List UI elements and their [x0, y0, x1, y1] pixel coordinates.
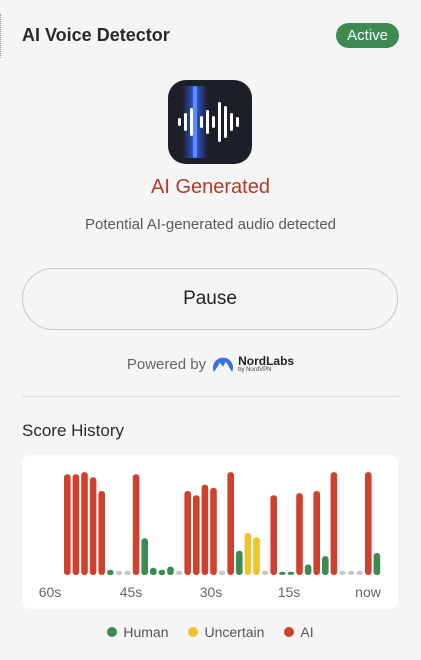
score-bar-ai: [193, 495, 200, 575]
score-bar-none: [339, 570, 346, 575]
score-bar-human: [322, 556, 329, 575]
header: AI Voice Detector Active: [22, 20, 399, 50]
score-bar-none: [218, 570, 226, 575]
score-bar-none: [124, 570, 131, 575]
score-bar-ai: [313, 491, 320, 575]
score-bar-human: [167, 566, 174, 575]
window-edge-handle: [0, 14, 3, 58]
legend-label-human: Human: [123, 624, 169, 640]
score-bar-ai: [132, 474, 140, 575]
score-bar-ai: [210, 487, 217, 575]
score-bar-ai: [201, 484, 209, 575]
chart-legend: Human Uncertain AI: [0, 622, 421, 642]
score-bar-ai: [98, 491, 105, 575]
score-bar-ai: [227, 472, 234, 575]
nordlabs-name: NordLabs: [238, 354, 295, 368]
x-tick-label: 45s: [120, 584, 143, 600]
score-bar-human: [107, 569, 114, 576]
powered-by: Powered by NordLabs by NordVPN: [0, 350, 421, 378]
score-bar-human: [279, 571, 286, 575]
legend-item-human: Human: [107, 624, 168, 640]
legend-label-uncertain: Uncertain: [204, 624, 265, 640]
audio-waveform-icon: [168, 80, 252, 164]
score-bar-human: [304, 564, 312, 575]
x-tick-label: 30s: [200, 584, 223, 600]
legend-dot-uncertain: [188, 627, 199, 637]
status-badge: Active: [336, 22, 399, 48]
legend-dot-ai: [284, 627, 295, 637]
score-bar-ai: [365, 472, 372, 575]
x-tick-label: 15s: [278, 584, 301, 600]
score-bar-ai: [270, 495, 277, 575]
score-bar-human: [141, 538, 148, 576]
legend-item-uncertain: Uncertain: [188, 624, 264, 640]
score-bar-ai: [296, 493, 303, 575]
nordlabs-subtitle: by NordVPN: [238, 367, 272, 373]
score-bar-none: [115, 570, 123, 575]
score-bar-none: [261, 570, 269, 575]
pause-button[interactable]: Pause: [22, 268, 398, 330]
score-bar-human: [287, 571, 295, 575]
app-title: AI Voice Detector: [22, 24, 170, 45]
legend-dot-human: [107, 627, 118, 637]
verdict-label: AI Generated: [151, 176, 270, 198]
score-bar-ai: [64, 474, 71, 575]
score-bar-ai: [72, 474, 80, 575]
score-bar-ai: [330, 472, 338, 575]
score-bar-ai: [81, 472, 88, 575]
score-bar-ai: [89, 477, 97, 575]
score-bar-human: [150, 567, 157, 576]
nordlabs-logo[interactable]: NordLabs by NordVPN: [212, 353, 294, 375]
legend-label-ai: AI: [300, 624, 314, 640]
score-history-svg: 60s 45s 30s 15s now: [39, 472, 382, 600]
score-bar-none: [347, 570, 355, 575]
verdict-description: Potential AI-generated audio detected: [84, 216, 337, 233]
score-bar-human: [373, 553, 381, 576]
nordlabs-mountain-icon: [213, 357, 234, 373]
score-bar-none: [356, 570, 363, 575]
score-bar-none: [175, 570, 183, 575]
score-bar-human: [236, 550, 243, 575]
score-bar-human: [158, 569, 166, 576]
score-history-title: Score History: [22, 421, 125, 440]
score-bar-ai: [184, 491, 191, 575]
powered-by-label: Powered by: [126, 355, 207, 373]
score-bar-uncertain: [244, 533, 252, 575]
x-tick-label: now: [355, 584, 382, 600]
score-bar-uncertain: [253, 537, 260, 575]
score-history-chart: 60s 45s 30s 15s now: [22, 455, 398, 609]
legend-item-ai: AI: [284, 624, 314, 640]
x-tick-label: 60s: [39, 584, 62, 600]
section-divider: [22, 396, 399, 397]
